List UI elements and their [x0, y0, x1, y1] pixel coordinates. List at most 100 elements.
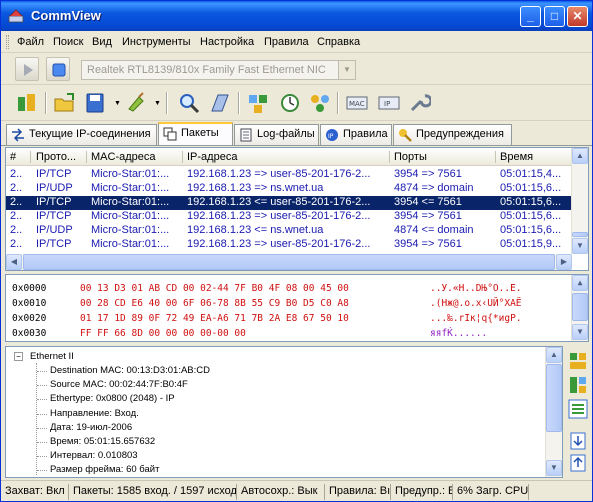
menu-view[interactable]: Вид: [92, 36, 112, 48]
col-mac[interactable]: MAC-адреса: [91, 151, 156, 163]
packet-row[interactable]: 2.. IP/TCP Micro-Star:01:... 192.168.1.23 =…: [6, 168, 572, 182]
packet-row[interactable]: 2.. IP/TCP Micro-Star:01:... 192.168.1.23 =…: [6, 210, 572, 224]
col-ip[interactable]: IP-адреса: [187, 151, 237, 163]
scroll-up-icon[interactable]: ▲: [572, 148, 588, 164]
tree-field[interactable]: Дата: 19-июл-2006: [50, 422, 132, 433]
save-icon[interactable]: [84, 91, 108, 115]
settings-wrench-icon[interactable]: [407, 91, 431, 115]
packet-cell-n: 2..: [10, 210, 23, 222]
layout-vertical-icon[interactable]: [568, 375, 588, 395]
ip-aliases-icon[interactable]: IP: [377, 91, 401, 115]
collapse-all-icon[interactable]: [568, 453, 588, 473]
hex-ascii[interactable]: ..У.«Н..DЊ°O..E.: [430, 283, 522, 294]
scroll-down-icon[interactable]: ▼: [546, 460, 562, 476]
layout-horizontal-icon[interactable]: [568, 351, 588, 371]
packet-cell-proto: IP/TCP: [36, 196, 72, 208]
packet-cell-ip: 192.168.1.23 => user-85-201-176-2...: [187, 238, 371, 250]
hex-offset: 0x0000: [12, 283, 47, 294]
close-button[interactable]: ✕: [567, 6, 588, 27]
users-icon[interactable]: [308, 91, 332, 115]
menu-file[interactable]: Файл: [17, 36, 44, 48]
col-time[interactable]: Время: [500, 151, 533, 163]
save-dropdown-icon[interactable]: ▼: [114, 100, 121, 107]
scroll-down-icon[interactable]: ▼: [572, 324, 588, 340]
tab-alerts[interactable]: Предупреждения: [393, 124, 512, 145]
scroll-up-icon[interactable]: ▲: [546, 347, 562, 363]
col-protocol[interactable]: Прото...: [36, 151, 76, 163]
tree-field[interactable]: Интервал: 0.010803: [50, 450, 138, 461]
decoded-packet-tree[interactable]: − Ethernet II Destination MAC: 00:13:D3:…: [5, 346, 563, 478]
menu-search[interactable]: Поиск: [53, 36, 83, 48]
maximize-button[interactable]: □: [544, 6, 565, 27]
menu-help[interactable]: Справка: [317, 36, 360, 48]
expand-all-icon[interactable]: [568, 431, 588, 451]
tab-packets[interactable]: Пакеты: [158, 122, 233, 146]
tree-field[interactable]: Destination MAC: 00:13:D3:01:AB:CD: [50, 365, 210, 376]
clear-icon[interactable]: [125, 91, 149, 115]
mac-aliases-icon[interactable]: MAC: [345, 91, 369, 115]
tree-connector: [37, 371, 47, 372]
stop-capture-button[interactable]: [46, 57, 70, 81]
tree-root-ethernet[interactable]: Ethernet II: [30, 351, 74, 362]
hex-vscroll[interactable]: ▲ ▼: [571, 275, 588, 341]
packet-cell-ports: 4874 => domain: [394, 182, 474, 194]
scroll-thumb[interactable]: [572, 293, 588, 321]
hex-dump-pane[interactable]: 0x0000 00 13 D3 01 AB CD 00 02-44 7F B0 4…: [5, 274, 589, 342]
adapter-select[interactable]: Realtek RTL8139/810x Family Fast Etherne…: [81, 60, 356, 80]
hex-ascii[interactable]: .(Нж@.o.x‹UЙ°ХАЁ: [430, 298, 522, 309]
collapse-icon[interactable]: −: [14, 352, 23, 361]
column-divider: [30, 151, 31, 163]
hex-ascii[interactable]: ...‰.rIк¦q{*иgP.: [430, 313, 522, 324]
packet-list[interactable]: # Прото... MAC-адреса IP-адреса Порты Вр…: [5, 147, 589, 271]
tree-field[interactable]: Время: 05:01:15.657632: [50, 436, 155, 447]
tree-connector: [37, 470, 47, 472]
menu-tools[interactable]: Инструменты: [122, 36, 191, 48]
hex-ascii[interactable]: яяfЌ......: [430, 328, 487, 339]
tab-divider: [1, 145, 592, 146]
menu-settings[interactable]: Настройка: [200, 36, 254, 48]
nodes-icon[interactable]: [15, 91, 39, 115]
scroll-left-icon[interactable]: ◀: [6, 254, 22, 270]
scroll-down-icon[interactable]: ▼: [572, 238, 588, 254]
scroll-thumb[interactable]: [572, 232, 588, 237]
scroll-up-icon[interactable]: ▲: [572, 275, 588, 291]
tab-log-files[interactable]: Log-файлы: [234, 124, 319, 145]
tree-field[interactable]: Source MAC: 00:02:44:7F:B0:4F: [50, 379, 188, 390]
scroll-right-icon[interactable]: ▶: [556, 254, 572, 270]
toolbar-separator: [166, 92, 168, 114]
col-number[interactable]: #: [10, 151, 16, 163]
packet-cell-ports: 4874 <= domain: [394, 224, 474, 236]
hex-bytes[interactable]: 01 17 1D 89 0F 72 49 EA-A6 71 7B 2A E8 6…: [80, 313, 349, 324]
hex-bytes[interactable]: 00 13 D3 01 AB CD 00 02-44 7F B0 4F 08 0…: [80, 283, 349, 294]
tree-vscroll[interactable]: ▲ ▼: [545, 347, 562, 477]
statistics-icon[interactable]: [246, 91, 270, 115]
hex-bytes[interactable]: 00 28 CD E6 40 00 6F 06-78 8B 55 C9 B0 D…: [80, 298, 349, 309]
adapter-value: Realtek RTL8139/810x Family Fast Etherne…: [87, 64, 326, 76]
start-capture-button[interactable]: [15, 57, 39, 81]
scheduler-icon[interactable]: [278, 91, 302, 115]
tree-field[interactable]: Ethertype: 0x0800 (2048) - IP: [50, 393, 175, 404]
open-folder-icon[interactable]: [53, 91, 77, 115]
col-ports[interactable]: Порты: [394, 151, 427, 163]
packet-generator-icon[interactable]: [208, 91, 232, 115]
list-view-icon[interactable]: [568, 399, 588, 419]
packet-row[interactable]: 2.. IP/TCP Micro-Star:01:... 192.168.1.23 =…: [6, 238, 572, 252]
packet-row[interactable]: 2.. IP/TCP Micro-Star:01:... 192.168.1.23 <…: [6, 196, 572, 210]
scroll-thumb[interactable]: [546, 364, 562, 432]
packet-list-hscroll[interactable]: ◀ ▶: [6, 254, 572, 270]
clear-dropdown-icon[interactable]: ▼: [154, 100, 161, 107]
minimize-button[interactable]: _: [520, 6, 541, 27]
search-icon[interactable]: [177, 91, 201, 115]
hex-bytes[interactable]: FF FF 66 8D 00 00 00 00-00 00: [80, 328, 246, 339]
packet-row[interactable]: 2.. IP/UDP Micro-Star:01:... 192.168.1.23 =…: [6, 182, 572, 196]
hscroll-thumb[interactable]: [23, 254, 555, 270]
menu-rules[interactable]: Правила: [264, 36, 309, 48]
packet-list-vscroll[interactable]: ▲ ▼: [571, 148, 588, 254]
tree-field[interactable]: Направление: Вход.: [50, 408, 139, 419]
tab-rules[interactable]: IP Правила: [320, 124, 392, 145]
packet-row[interactable]: 2.. IP/UDP Micro-Star:01:... 192.168.1.23 <…: [6, 224, 572, 238]
status-packets: Пакеты: 1585 вход. / 1597 исход: [71, 484, 237, 500]
tab-ip-connections[interactable]: Текущие IP-соединения: [6, 124, 157, 145]
tree-field[interactable]: Размер фрейма: 60 байт: [50, 464, 159, 475]
packet-cell-time: 05:01:15,6...: [500, 210, 562, 222]
